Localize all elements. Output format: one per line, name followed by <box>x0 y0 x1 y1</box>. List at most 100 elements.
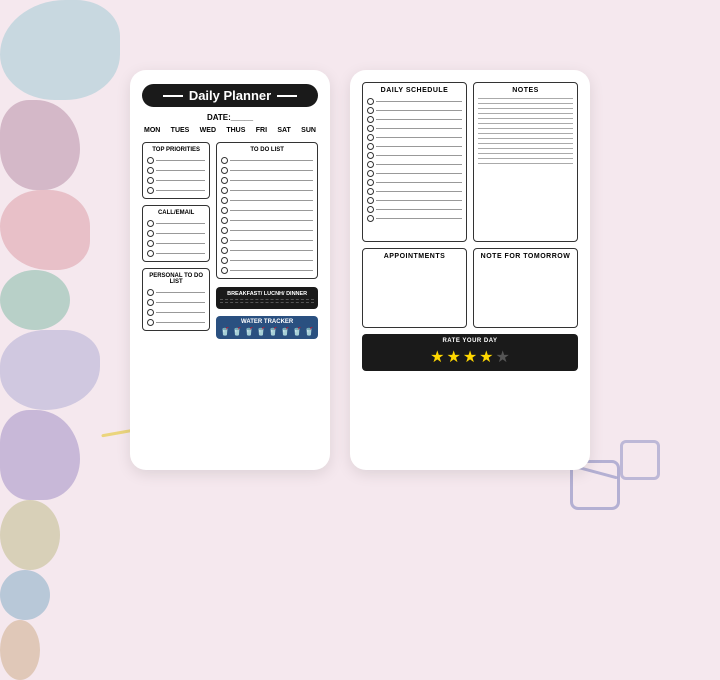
checkbox[interactable] <box>221 207 228 214</box>
appointments-section: APPOINTMENTS <box>362 248 467 328</box>
right-bottom-grid: APPOINTMENTS NOTE FOR TOMORROW <box>362 248 578 328</box>
time-checkbox[interactable] <box>367 107 374 114</box>
checkbox[interactable] <box>147 177 154 184</box>
checkbox-line <box>221 167 313 174</box>
checkbox-line <box>147 220 205 227</box>
note-line <box>478 153 573 154</box>
day-row: MON TUES WED THUS FRI SAT SUN <box>142 127 318 134</box>
schedule-line <box>367 125 462 132</box>
checkbox[interactable] <box>147 167 154 174</box>
schedule-line <box>367 143 462 150</box>
checkbox-line <box>147 319 205 326</box>
schedule-line <box>367 161 462 168</box>
time-checkbox[interactable] <box>367 98 374 105</box>
star-2[interactable]: ★ <box>446 347 460 367</box>
star-1[interactable]: ★ <box>430 347 444 367</box>
checkbox[interactable] <box>147 187 154 194</box>
bg-blob-6 <box>0 410 80 500</box>
time-checkbox[interactable] <box>367 206 374 213</box>
checkbox[interactable] <box>147 240 154 247</box>
checkbox[interactable] <box>221 197 228 204</box>
star-5[interactable]: ★ <box>496 347 510 367</box>
left-sections: TOP PRIORITIES CALL/EMAIL <box>142 142 210 339</box>
bg-blob-2 <box>0 100 80 190</box>
schedule-line <box>367 107 462 114</box>
checkbox[interactable] <box>147 309 154 316</box>
time-checkbox[interactable] <box>367 125 374 132</box>
water-icons: 🥤 🥤 🥤 🥤 🥤 🥤 🥤 🥤 <box>220 327 314 336</box>
checkbox[interactable] <box>147 319 154 326</box>
personal-todo-title: PERSONAL TO DO LIST <box>147 273 205 285</box>
top-priorities-section: TOP PRIORITIES <box>142 142 210 199</box>
bg-blob-4 <box>0 270 70 330</box>
checkbox[interactable] <box>147 220 154 227</box>
note-line <box>478 98 573 99</box>
checkbox[interactable] <box>221 157 228 164</box>
time-checkbox[interactable] <box>367 152 374 159</box>
checkbox[interactable] <box>147 250 154 257</box>
schedule-line <box>367 215 462 222</box>
time-checkbox[interactable] <box>367 170 374 177</box>
schedule-line <box>367 197 462 204</box>
note-line <box>478 133 573 134</box>
checkbox[interactable] <box>221 247 228 254</box>
star-4[interactable]: ★ <box>479 347 493 367</box>
time-checkbox[interactable] <box>367 197 374 204</box>
daily-schedule-title: DAILY SCHEDULE <box>367 87 462 94</box>
checkbox[interactable] <box>147 157 154 164</box>
call-email-title: CALL/EMAIL <box>147 210 205 216</box>
schedule-line <box>367 116 462 123</box>
note-line <box>478 138 573 139</box>
stars-row: ★ ★ ★ ★ ★ <box>368 347 572 367</box>
date-line: DATE:_____ <box>142 113 318 122</box>
time-checkbox[interactable] <box>367 188 374 195</box>
checkbox[interactable] <box>221 167 228 174</box>
checkbox[interactable] <box>221 217 228 224</box>
water-tracker-title: WATER TRACKER <box>220 319 314 325</box>
checkbox-line <box>221 227 313 234</box>
star-3[interactable]: ★ <box>463 347 477 367</box>
checkbox-line <box>147 230 205 237</box>
todo-list-lines <box>221 157 313 274</box>
schedule-line <box>367 98 462 105</box>
note-line <box>478 128 573 129</box>
time-checkbox[interactable] <box>367 215 374 222</box>
checkbox-line <box>221 177 313 184</box>
checkbox-line <box>147 299 205 306</box>
checkbox[interactable] <box>147 230 154 237</box>
checkbox-line <box>221 237 313 244</box>
checkbox[interactable] <box>147 299 154 306</box>
checkbox-line <box>221 217 313 224</box>
checkbox-line <box>147 250 205 257</box>
checkbox-line <box>221 267 313 274</box>
water-tracker-section: WATER TRACKER 🥤 🥤 🥤 🥤 🥤 🥤 🥤 🥤 <box>216 316 318 339</box>
time-checkbox[interactable] <box>367 116 374 123</box>
checkbox[interactable] <box>147 289 154 296</box>
checkbox-line <box>147 157 205 164</box>
checkbox[interactable] <box>221 177 228 184</box>
time-checkbox[interactable] <box>367 134 374 141</box>
checkbox-line <box>221 187 313 194</box>
checkbox-line <box>221 247 313 254</box>
checkbox[interactable] <box>221 237 228 244</box>
time-checkbox[interactable] <box>367 143 374 150</box>
bg-blob-5 <box>0 330 100 410</box>
left-planner-card: Daily Planner DATE:_____ MON TUES WED TH… <box>130 70 330 470</box>
checkbox-line <box>221 157 313 164</box>
checkbox-line <box>221 197 313 204</box>
checkbox[interactable] <box>221 227 228 234</box>
right-top-grid: DAILY SCHEDULE <box>362 82 578 242</box>
note-line <box>478 118 573 119</box>
checkbox[interactable] <box>221 187 228 194</box>
call-email-section: CALL/EMAIL <box>142 205 210 262</box>
checkbox[interactable] <box>221 267 228 274</box>
checkbox[interactable] <box>221 257 228 264</box>
bg-blob-1 <box>0 0 120 100</box>
time-checkbox[interactable] <box>367 179 374 186</box>
time-checkbox[interactable] <box>367 161 374 168</box>
checkbox-line <box>147 177 205 184</box>
schedule-line <box>367 206 462 213</box>
checkbox-line <box>147 309 205 316</box>
checkbox-line <box>221 207 313 214</box>
rate-day-section: RATE YOUR DAY ★ ★ ★ ★ ★ <box>362 334 578 371</box>
